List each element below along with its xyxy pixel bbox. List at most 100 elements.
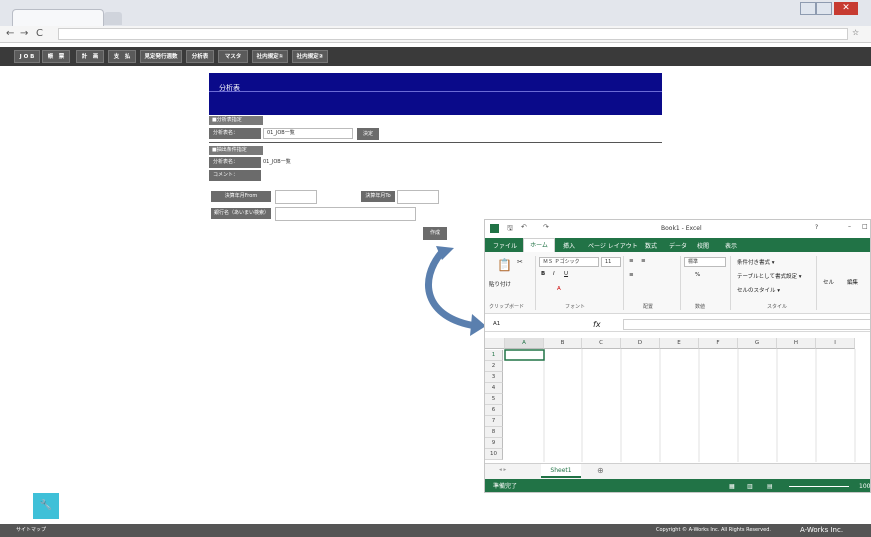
- formula-input[interactable]: [623, 319, 870, 330]
- font-size-select[interactable]: 11: [601, 257, 621, 267]
- sheet-prev-icon[interactable]: ◂ ▸: [499, 467, 506, 473]
- excel-maximize[interactable]: □: [862, 223, 868, 230]
- analysis-name2-label: 分析表名：: [209, 157, 261, 168]
- menu-report[interactable]: 帳 票: [42, 50, 70, 63]
- column-header[interactable]: E: [660, 338, 699, 349]
- row-header[interactable]: 5: [485, 394, 503, 405]
- cut-icon[interactable]: ✂: [517, 258, 523, 266]
- analysis-name-label: 分析表名：: [209, 128, 261, 139]
- page-layout-view-icon[interactable]: ▥: [747, 479, 753, 492]
- tab-file[interactable]: ファイル: [493, 241, 517, 250]
- menu-payment[interactable]: 支 払: [108, 50, 136, 63]
- redo-icon[interactable]: ↷: [543, 223, 549, 231]
- paste-label[interactable]: 貼り付け: [489, 280, 511, 288]
- url-input[interactable]: [58, 28, 848, 40]
- decide-button[interactable]: 決定: [357, 128, 379, 140]
- save-icon[interactable]: 🖫: [507, 224, 513, 235]
- column-header[interactable]: I: [816, 338, 855, 349]
- row-header[interactable]: 2: [485, 361, 503, 372]
- add-sheet-icon[interactable]: ⊕: [597, 466, 604, 475]
- cells-button[interactable]: セル: [823, 278, 834, 286]
- group-style: スタイル: [767, 304, 788, 310]
- menu-plan[interactable]: 計 画: [76, 50, 104, 63]
- align-left-icon[interactable]: ≡: [629, 272, 634, 278]
- cell-grid[interactable]: [485, 338, 870, 462]
- column-header[interactable]: C: [582, 338, 621, 349]
- underline-icon[interactable]: U: [564, 271, 568, 277]
- ribbon-separator: [816, 256, 817, 310]
- select-all-corner[interactable]: [485, 338, 505, 349]
- menu-analysis[interactable]: 分析表: [186, 50, 214, 63]
- row-header[interactable]: 6: [485, 405, 503, 416]
- menu-rule2[interactable]: 社内規定②: [292, 50, 328, 63]
- tab-review[interactable]: 校閲: [697, 241, 709, 250]
- number-format-select[interactable]: 標準: [684, 257, 726, 267]
- menu-master[interactable]: マスタ: [218, 50, 248, 63]
- paste-icon[interactable]: 📋: [497, 258, 512, 272]
- browser-tab-bar: [0, 0, 871, 26]
- row-header[interactable]: 8: [485, 427, 503, 438]
- fx-icon[interactable]: fx: [593, 320, 601, 329]
- column-header[interactable]: A: [505, 338, 544, 349]
- font-name-select[interactable]: ＭＳ Ｐゴシック: [539, 257, 599, 267]
- help-icon[interactable]: ?: [815, 224, 818, 231]
- tools-icon[interactable]: 🔧: [33, 493, 59, 519]
- column-header[interactable]: G: [738, 338, 777, 349]
- row-header[interactable]: 10: [485, 449, 503, 460]
- row-header[interactable]: 7: [485, 416, 503, 427]
- tab-formulas[interactable]: 数式: [645, 241, 657, 250]
- row-header[interactable]: 4: [485, 383, 503, 394]
- sitemap-link[interactable]: サイトマップ: [16, 524, 46, 537]
- page-header: 分析表: [209, 73, 662, 115]
- star-icon[interactable]: ☆: [852, 28, 859, 37]
- ribbon-separator: [730, 256, 731, 310]
- format-as-table-button[interactable]: テーブルとして書式設定 ▾: [737, 272, 802, 280]
- analysis-name-select[interactable]: 01_JOB一覧: [263, 128, 353, 139]
- cell-style-button[interactable]: セルのスタイル ▾: [737, 286, 780, 294]
- row-header[interactable]: 9: [485, 438, 503, 449]
- group-alignment: 配置: [643, 304, 654, 310]
- column-header[interactable]: F: [699, 338, 738, 349]
- align-top-icon[interactable]: ≡: [629, 258, 634, 264]
- new-tab-button[interactable]: [104, 12, 122, 25]
- page-break-view-icon[interactable]: ▤: [767, 479, 773, 492]
- date-from-input[interactable]: [275, 190, 317, 204]
- bold-icon[interactable]: B: [541, 271, 545, 277]
- tab-home[interactable]: ホーム: [523, 238, 555, 252]
- maximize-button[interactable]: [816, 2, 832, 15]
- date-to-input[interactable]: [397, 190, 439, 204]
- column-header[interactable]: H: [777, 338, 816, 349]
- conditional-format-button[interactable]: 条件付き書式 ▾: [737, 258, 775, 266]
- row-header[interactable]: 1: [485, 350, 503, 361]
- close-icon[interactable]: ✕: [834, 2, 858, 15]
- font-color-icon[interactable]: A: [557, 286, 561, 292]
- back-icon[interactable]: ←: [6, 28, 14, 39]
- tab-view[interactable]: 表示: [725, 241, 737, 250]
- forward-icon[interactable]: →: [20, 28, 28, 39]
- tab-insert[interactable]: 挿入: [563, 241, 575, 250]
- menu-job[interactable]: J O B: [14, 50, 40, 63]
- align-middle-icon[interactable]: ≡: [641, 258, 646, 264]
- date-to-label: 決算年月To: [361, 191, 395, 202]
- browser-tab[interactable]: [12, 9, 104, 26]
- menu-issue[interactable]: 見定発行週数: [140, 50, 182, 63]
- sheet-tab[interactable]: Sheet1: [541, 464, 581, 478]
- create-button[interactable]: 作成: [423, 227, 447, 240]
- row-header[interactable]: 3: [485, 372, 503, 383]
- normal-view-icon[interactable]: ▦: [729, 479, 735, 492]
- reload-icon[interactable]: C: [36, 28, 43, 39]
- menu-rule1[interactable]: 社内規定①: [252, 50, 288, 63]
- name-box[interactable]: A1: [493, 321, 500, 327]
- minimize-button[interactable]: [800, 2, 816, 15]
- percent-icon[interactable]: %: [695, 272, 700, 278]
- editing-button[interactable]: 編集: [847, 278, 858, 286]
- excel-minimize[interactable]: –: [848, 223, 851, 230]
- tab-data[interactable]: データ: [669, 241, 687, 250]
- column-header[interactable]: B: [544, 338, 582, 349]
- tab-page-layout[interactable]: ページ レイアウト: [588, 241, 638, 250]
- italic-icon[interactable]: I: [553, 271, 555, 277]
- bank-name-input[interactable]: [275, 207, 416, 221]
- column-header[interactable]: D: [621, 338, 660, 349]
- zoom-slider[interactable]: [789, 486, 849, 487]
- undo-icon[interactable]: ↶: [521, 223, 527, 231]
